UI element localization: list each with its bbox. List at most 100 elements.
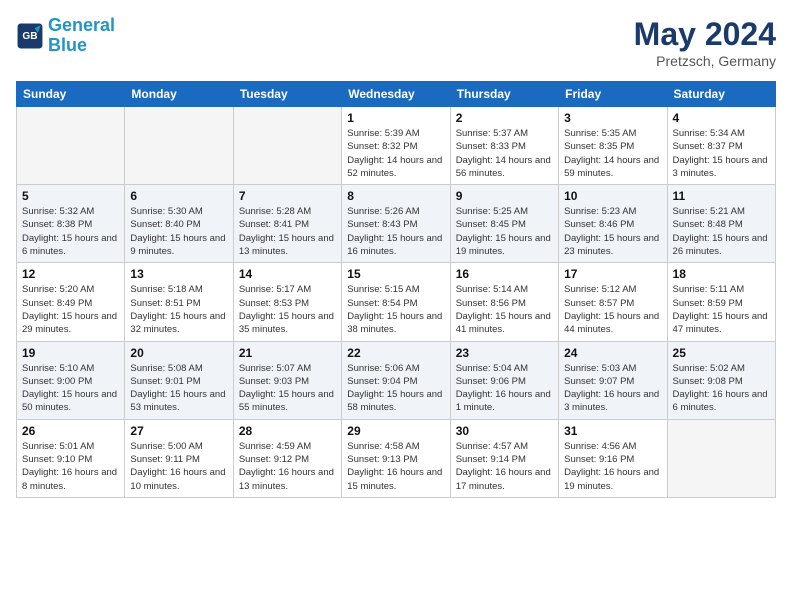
day-info: Sunrise: 5:28 AMSunset: 8:41 PMDaylight:… — [239, 205, 336, 258]
calendar-cell: 13 Sunrise: 5:18 AMSunset: 8:51 PMDayligh… — [125, 263, 233, 341]
day-info: Sunrise: 5:08 AMSunset: 9:01 PMDaylight:… — [130, 362, 227, 415]
day-number: 6 — [130, 189, 227, 203]
calendar-cell: 18Sunrise: 5:11 AMSunset: 8:59 PMDayligh… — [667, 263, 775, 341]
logo-icon: GB — [16, 22, 44, 50]
day-info: Sunrise: 5:01 AMSunset: 9:10 PMDaylight:… — [22, 440, 119, 493]
month-title: May 2024 — [634, 16, 776, 53]
day-info: Sunrise: 5:04 AMSunset: 9:06 PMDaylight:… — [456, 362, 553, 415]
day-number: 4 — [673, 111, 770, 125]
calendar-cell: 17Sunrise: 5:12 AMSunset: 8:57 PMDayligh… — [559, 263, 667, 341]
calendar-cell: 19 Sunrise: 5:10 AMSunset: 9:00 PMDayligh… — [17, 341, 125, 419]
day-info: Sunrise: 5:30 AMSunset: 8:40 PMDaylight:… — [130, 205, 227, 258]
day-number: 16 — [456, 267, 553, 281]
day-info: Sunrise: 4:59 AMSunset: 9:12 PMDaylight:… — [239, 440, 336, 493]
day-info: Sunrise: 5:39 AMSunset: 8:32 PMDaylight:… — [347, 127, 444, 180]
weekday-header-sunday: Sunday — [17, 82, 125, 107]
calendar-cell: 11Sunrise: 5:21 AMSunset: 8:48 PMDayligh… — [667, 185, 775, 263]
weekday-header-wednesday: Wednesday — [342, 82, 450, 107]
day-info: Sunrise: 5:34 AMSunset: 8:37 PMDaylight:… — [673, 127, 770, 180]
day-info: Sunrise: 5:15 AMSunset: 8:54 PMDaylight:… — [347, 283, 444, 336]
calendar-week-row: 1 Sunrise: 5:39 AMSunset: 8:32 PMDaylight… — [17, 107, 776, 185]
calendar-cell — [233, 107, 341, 185]
day-number: 22 — [347, 346, 444, 360]
calendar-cell: 28 Sunrise: 4:59 AMSunset: 9:12 PMDayligh… — [233, 419, 341, 497]
day-number: 19 — [22, 346, 119, 360]
page-header: GB GeneralBlue May 2024 Pretzsch, German… — [16, 16, 776, 69]
calendar-table: SundayMondayTuesdayWednesdayThursdayFrid… — [16, 81, 776, 498]
svg-text:GB: GB — [22, 31, 37, 42]
day-number: 14 — [239, 267, 336, 281]
day-number: 28 — [239, 424, 336, 438]
day-number: 7 — [239, 189, 336, 203]
day-number: 8 — [347, 189, 444, 203]
weekday-header-tuesday: Tuesday — [233, 82, 341, 107]
day-info: Sunrise: 5:14 AMSunset: 8:56 PMDaylight:… — [456, 283, 553, 336]
day-info: Sunrise: 4:57 AMSunset: 9:14 PMDaylight:… — [456, 440, 553, 493]
calendar-cell: 31 Sunrise: 4:56 AMSunset: 9:16 PMDayligh… — [559, 419, 667, 497]
calendar-cell: 21 Sunrise: 5:07 AMSunset: 9:03 PMDayligh… — [233, 341, 341, 419]
calendar-cell: 1 Sunrise: 5:39 AMSunset: 8:32 PMDaylight… — [342, 107, 450, 185]
day-info: Sunrise: 5:07 AMSunset: 9:03 PMDaylight:… — [239, 362, 336, 415]
calendar-cell: 8 Sunrise: 5:26 AMSunset: 8:43 PMDaylight… — [342, 185, 450, 263]
day-info: Sunrise: 5:37 AMSunset: 8:33 PMDaylight:… — [456, 127, 553, 180]
day-number: 30 — [456, 424, 553, 438]
calendar-cell: 23 Sunrise: 5:04 AMSunset: 9:06 PMDayligh… — [450, 341, 558, 419]
calendar-cell: 25 Sunrise: 5:02 AMSunset: 9:08 PMDayligh… — [667, 341, 775, 419]
day-info: Sunrise: 5:32 AMSunset: 8:38 PMDaylight:… — [22, 205, 119, 258]
calendar-cell: 12 Sunrise: 5:20 AMSunset: 8:49 PMDayligh… — [17, 263, 125, 341]
calendar-cell: 2 Sunrise: 5:37 AMSunset: 8:33 PMDaylight… — [450, 107, 558, 185]
day-info: Sunrise: 5:00 AMSunset: 9:11 PMDaylight:… — [130, 440, 227, 493]
calendar-cell: 30 Sunrise: 4:57 AMSunset: 9:14 PMDayligh… — [450, 419, 558, 497]
day-number: 15 — [347, 267, 444, 281]
calendar-cell: 16 Sunrise: 5:14 AMSunset: 8:56 PMDayligh… — [450, 263, 558, 341]
day-number: 27 — [130, 424, 227, 438]
weekday-header-friday: Friday — [559, 82, 667, 107]
day-info: Sunrise: 5:21 AMSunset: 8:48 PMDaylight:… — [673, 205, 770, 258]
logo: GB GeneralBlue — [16, 16, 115, 56]
calendar-cell: 15 Sunrise: 5:15 AMSunset: 8:54 PMDayligh… — [342, 263, 450, 341]
day-info: Sunrise: 5:26 AMSunset: 8:43 PMDaylight:… — [347, 205, 444, 258]
day-number: 13 — [130, 267, 227, 281]
calendar-header-row: SundayMondayTuesdayWednesdayThursdayFrid… — [17, 82, 776, 107]
day-number: 3 — [564, 111, 661, 125]
calendar-cell — [667, 419, 775, 497]
calendar-cell: 14 Sunrise: 5:17 AMSunset: 8:53 PMDayligh… — [233, 263, 341, 341]
calendar-cell: 27 Sunrise: 5:00 AMSunset: 9:11 PMDayligh… — [125, 419, 233, 497]
title-block: May 2024 Pretzsch, Germany — [634, 16, 776, 69]
day-info: Sunrise: 5:03 AMSunset: 9:07 PMDaylight:… — [564, 362, 661, 415]
day-number: 2 — [456, 111, 553, 125]
day-number: 25 — [673, 346, 770, 360]
day-info: Sunrise: 5:20 AMSunset: 8:49 PMDaylight:… — [22, 283, 119, 336]
day-info: Sunrise: 4:58 AMSunset: 9:13 PMDaylight:… — [347, 440, 444, 493]
location-subtitle: Pretzsch, Germany — [634, 53, 776, 69]
day-number: 1 — [347, 111, 444, 125]
day-info: Sunrise: 5:06 AMSunset: 9:04 PMDaylight:… — [347, 362, 444, 415]
logo-text: GeneralBlue — [48, 16, 115, 56]
day-number: 20 — [130, 346, 227, 360]
calendar-cell: 24 Sunrise: 5:03 AMSunset: 9:07 PMDayligh… — [559, 341, 667, 419]
day-number: 5 — [22, 189, 119, 203]
day-info: Sunrise: 5:17 AMSunset: 8:53 PMDaylight:… — [239, 283, 336, 336]
calendar-cell: 3 Sunrise: 5:35 AMSunset: 8:35 PMDaylight… — [559, 107, 667, 185]
day-number: 18 — [673, 267, 770, 281]
day-number: 26 — [22, 424, 119, 438]
calendar-cell: 26 Sunrise: 5:01 AMSunset: 9:10 PMDayligh… — [17, 419, 125, 497]
calendar-cell: 4 Sunrise: 5:34 AMSunset: 8:37 PMDaylight… — [667, 107, 775, 185]
calendar-week-row: 19 Sunrise: 5:10 AMSunset: 9:00 PMDayligh… — [17, 341, 776, 419]
day-info: Sunrise: 5:35 AMSunset: 8:35 PMDaylight:… — [564, 127, 661, 180]
day-number: 21 — [239, 346, 336, 360]
calendar-cell: 5 Sunrise: 5:32 AMSunset: 8:38 PMDaylight… — [17, 185, 125, 263]
day-info: Sunrise: 5:23 AMSunset: 8:46 PMDaylight:… — [564, 205, 661, 258]
calendar-cell: 9Sunrise: 5:25 AMSunset: 8:45 PMDaylight… — [450, 185, 558, 263]
day-number: 23 — [456, 346, 553, 360]
day-info: Sunrise: 4:56 AMSunset: 9:16 PMDaylight:… — [564, 440, 661, 493]
day-number: 24 — [564, 346, 661, 360]
day-info: Sunrise: 5:10 AMSunset: 9:00 PMDaylight:… — [22, 362, 119, 415]
day-info: Sunrise: 5:02 AMSunset: 9:08 PMDaylight:… — [673, 362, 770, 415]
day-number: 12 — [22, 267, 119, 281]
day-number: 29 — [347, 424, 444, 438]
day-number: 17 — [564, 267, 661, 281]
day-number: 31 — [564, 424, 661, 438]
calendar-cell: 6 Sunrise: 5:30 AMSunset: 8:40 PMDaylight… — [125, 185, 233, 263]
day-info: Sunrise: 5:18 AMSunset: 8:51 PMDaylight:… — [130, 283, 227, 336]
